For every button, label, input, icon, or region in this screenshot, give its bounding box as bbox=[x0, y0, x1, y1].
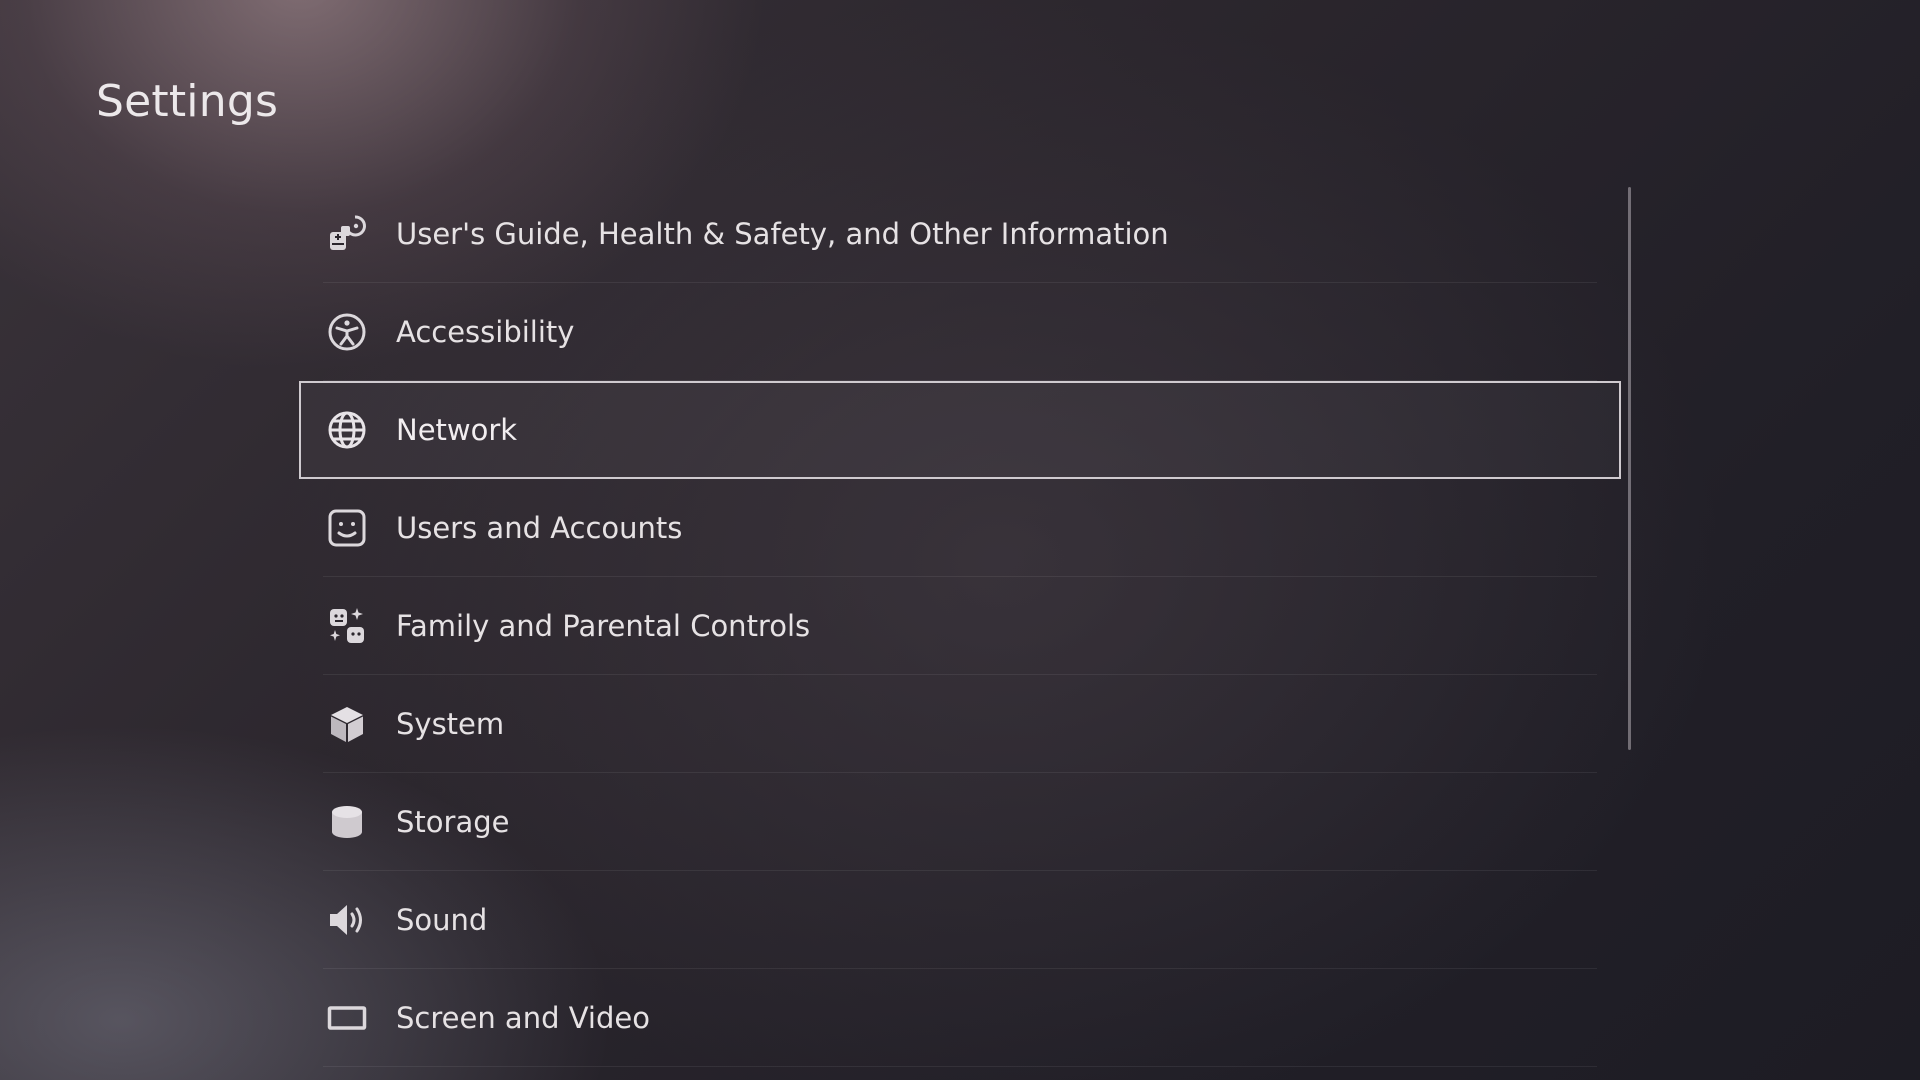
menu-item-label: User's Guide, Health & Safety, and Other… bbox=[396, 217, 1169, 251]
menu-item-label: Storage bbox=[396, 805, 510, 839]
menu-item-label: Sound bbox=[396, 903, 488, 937]
family-icon bbox=[327, 606, 367, 646]
menu-item-family-parental[interactable]: Family and Parental Controls bbox=[299, 577, 1621, 675]
screen-icon bbox=[327, 998, 367, 1038]
menu-item-label: Network bbox=[396, 413, 518, 447]
menu-item-system[interactable]: System bbox=[299, 675, 1621, 773]
user-face-icon bbox=[327, 508, 367, 548]
users-guide-icon bbox=[327, 214, 367, 254]
menu-item-storage[interactable]: Storage bbox=[299, 773, 1621, 871]
page-title: Settings bbox=[96, 76, 279, 127]
menu-item-sound[interactable]: Sound bbox=[299, 871, 1621, 969]
menu-item-label: Accessibility bbox=[396, 315, 575, 349]
scrollbar[interactable] bbox=[1628, 187, 1631, 750]
menu-item-label: Screen and Video bbox=[396, 1001, 650, 1035]
speaker-icon bbox=[327, 900, 367, 940]
accessibility-icon bbox=[327, 312, 367, 352]
menu-item-label: System bbox=[396, 707, 505, 741]
menu-item-network[interactable]: Network bbox=[299, 381, 1621, 479]
menu-item-label: Users and Accounts bbox=[396, 511, 683, 545]
storage-icon bbox=[327, 802, 367, 842]
menu-item-label: Family and Parental Controls bbox=[396, 609, 811, 643]
menu-item-users-guide[interactable]: User's Guide, Health & Safety, and Other… bbox=[299, 185, 1621, 283]
settings-menu: User's Guide, Health & Safety, and Other… bbox=[299, 185, 1621, 1080]
globe-icon bbox=[327, 410, 367, 450]
cube-icon bbox=[327, 704, 367, 744]
menu-item-accessibility[interactable]: Accessibility bbox=[299, 283, 1621, 381]
menu-item-screen-video[interactable]: Screen and Video bbox=[299, 969, 1621, 1067]
menu-item-users-accounts[interactable]: Users and Accounts bbox=[299, 479, 1621, 577]
